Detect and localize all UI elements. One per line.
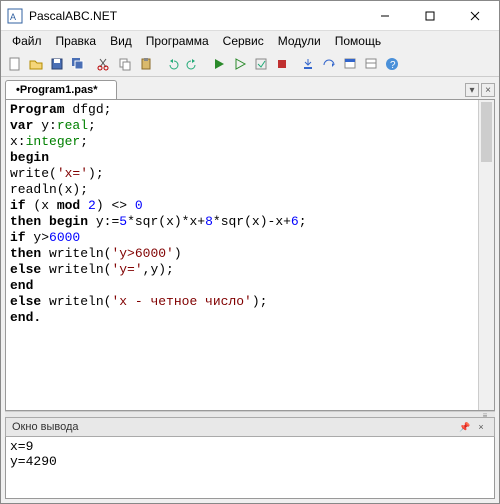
help-icon[interactable]: ? [382,54,402,74]
design-icon[interactable] [361,54,381,74]
menubar: Файл Правка Вид Программа Сервис Модули … [1,31,499,51]
copy-icon[interactable] [115,54,135,74]
toolbar: ? [1,51,499,77]
output-pin-icon[interactable]: 📌 [458,420,472,434]
code-editor[interactable]: Program dfgd; var y:real; x:integer; beg… [5,99,495,411]
undo-icon[interactable] [162,54,182,74]
file-tab[interactable]: •Program1.pas* [5,80,117,99]
output-header: Окно вывода 📌 × [5,417,495,437]
compile-icon[interactable] [251,54,271,74]
vertical-scrollbar[interactable] [478,100,494,410]
paste-icon[interactable] [136,54,156,74]
tabbar: •Program1.pas* ▾ × [1,77,499,99]
code-content: Program dfgd; var y:real; x:integer; beg… [6,100,494,328]
save-all-icon[interactable] [68,54,88,74]
cut-icon[interactable] [94,54,114,74]
output-line: x=9 [10,439,33,454]
scrollbar-thumb[interactable] [481,102,492,162]
output-title: Окно вывода [12,421,79,433]
window-title: PascalABC.NET [29,9,362,23]
menu-view[interactable]: Вид [103,32,139,50]
maximize-button[interactable] [407,2,452,30]
save-icon[interactable] [47,54,67,74]
run-no-debug-icon[interactable] [230,54,250,74]
tab-close-icon[interactable]: × [481,83,495,97]
stop-icon[interactable] [272,54,292,74]
output-panel: Окно вывода 📌 × x=9 y=4290 [5,417,495,499]
app-icon: A [7,8,23,24]
close-button[interactable] [452,2,497,30]
run-icon[interactable] [209,54,229,74]
menu-modules[interactable]: Модули [271,32,328,50]
menu-edit[interactable]: Правка [49,32,104,50]
tab-dropdown-icon[interactable]: ▾ [465,83,479,97]
step-into-icon[interactable] [298,54,318,74]
redo-icon[interactable] [183,54,203,74]
output-body[interactable]: x=9 y=4290 [5,437,495,499]
tab-label: •Program1.pas* [16,84,98,96]
menu-file[interactable]: Файл [5,32,49,50]
minimize-button[interactable] [362,2,407,30]
step-over-icon[interactable] [319,54,339,74]
new-file-icon[interactable] [5,54,25,74]
svg-text:A: A [10,12,16,22]
menu-program[interactable]: Программа [139,32,216,50]
menu-service[interactable]: Сервис [216,32,271,50]
svg-text:?: ? [390,60,396,71]
open-file-icon[interactable] [26,54,46,74]
output-close-icon[interactable]: × [474,420,488,434]
output-line: y=4290 [10,454,57,469]
menu-help[interactable]: Помощь [328,32,388,50]
new-form-icon[interactable] [340,54,360,74]
titlebar: A PascalABC.NET [1,1,499,31]
